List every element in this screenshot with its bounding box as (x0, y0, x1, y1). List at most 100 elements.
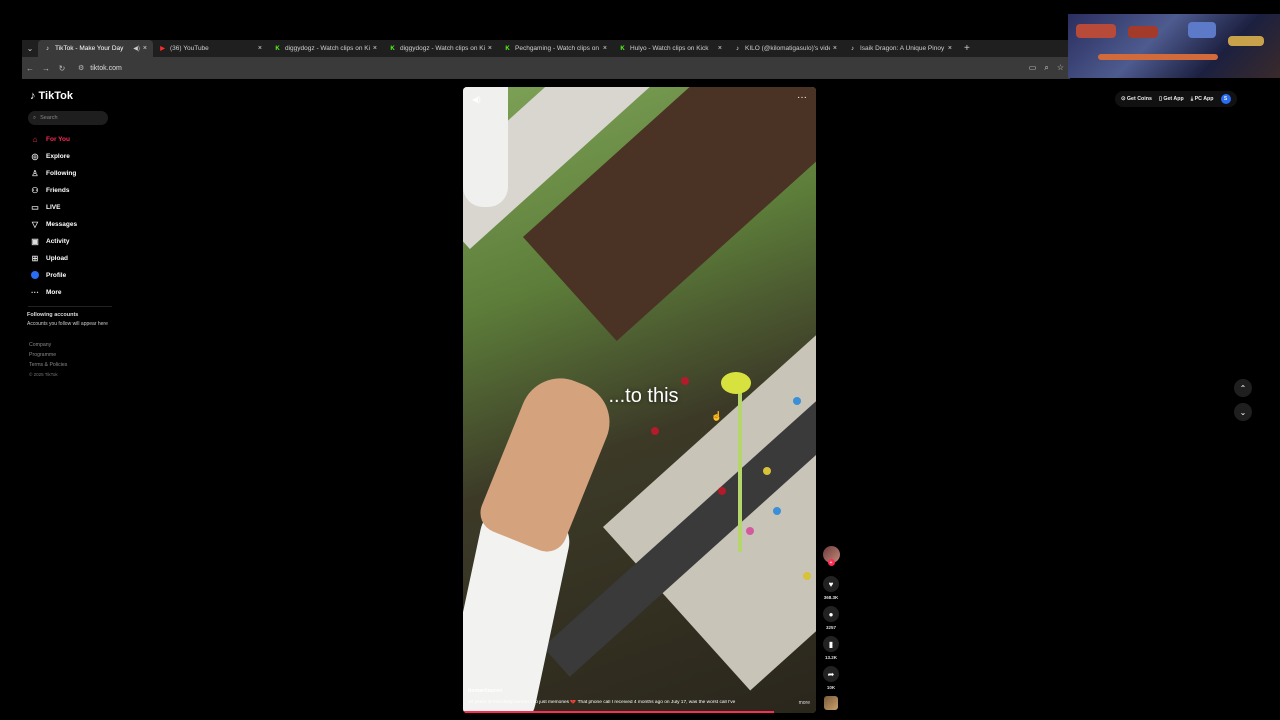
more-icon: ··· (31, 288, 39, 297)
get-app-button[interactable]: ▯ Get App (1159, 96, 1184, 102)
sidebar-item-label: More (46, 289, 62, 296)
new-tab-button[interactable]: + (958, 43, 976, 54)
video-rose (651, 427, 659, 435)
footer-link-programme[interactable]: Programme (29, 350, 67, 360)
chevron-down-icon: ⌄ (1239, 407, 1247, 417)
tab-close-icon[interactable]: × (603, 45, 607, 52)
save-action[interactable]: ▮ 13.2K (823, 636, 839, 660)
sidebar-item-live[interactable]: ▭ LIVE (30, 199, 77, 216)
share-count: 10K (826, 685, 836, 690)
previous-video-button[interactable]: ⌃ (1234, 379, 1252, 397)
video-figure (463, 87, 508, 207)
browser-tab[interactable]: Kdiggydogz - Watch clips on Kick × (268, 40, 383, 57)
address-actions: ▭ ⌕ ☆ (1029, 63, 1064, 73)
comment-action[interactable]: ● 3257 (823, 606, 839, 630)
video-progress-bar[interactable] (463, 711, 774, 713)
forward-icon[interactable]: → (38, 64, 54, 73)
user-avatar[interactable]: S (1220, 94, 1231, 104)
sidebar-item-explore[interactable]: ◎ Explore (30, 148, 77, 165)
reload-icon[interactable]: ↻ (54, 64, 70, 73)
activity-icon: ▣ (31, 237, 39, 246)
tab-title: diggydogz - Watch clips on Kick (400, 45, 485, 52)
bookmark-icon[interactable]: ▮ (823, 636, 839, 652)
comment-icon[interactable]: ● (823, 606, 839, 622)
tiktok-logo[interactable]: ♪ TikTok (30, 90, 73, 102)
following-accounts-title: Following accounts (27, 312, 79, 318)
caption-more-link[interactable]: more (799, 700, 810, 706)
pc-app-button[interactable]: ⤓ PC App (1191, 96, 1214, 103)
tab-close-icon[interactable]: × (948, 45, 952, 52)
logo-text: TikTok (38, 90, 73, 102)
sidebar-item-messages[interactable]: ▽ Messages (30, 216, 77, 233)
sidebar-item-profile[interactable]: Profile (30, 267, 77, 284)
top-actions-bar: ⊙ Get Coins ▯ Get App ⤓ PC App S (1115, 91, 1237, 107)
sidebar-item-more[interactable]: ··· More (30, 284, 77, 301)
search-icon: ⌕ (33, 114, 37, 121)
tiktok-icon: ♪ (46, 45, 49, 52)
sidebar-item-friends[interactable]: ⚇ Friends (30, 182, 77, 199)
heart-icon[interactable]: ♥ (823, 576, 839, 592)
share-action[interactable]: ➦ 10K (823, 666, 839, 690)
share-icon[interactable]: ➦ (823, 666, 839, 682)
url-text: tiktok.com (90, 64, 122, 72)
tab-audio-icon[interactable]: ◀) (133, 45, 140, 52)
live-icon: ▭ (31, 203, 39, 212)
follow-plus-icon[interactable]: + (827, 559, 835, 566)
browser-tab[interactable]: Kdiggydogz - Watch clips on Kick × (383, 40, 498, 57)
creator-avatar[interactable]: + (822, 546, 840, 566)
like-action[interactable]: ♥ 368.3K (823, 576, 839, 600)
browser-tab[interactable]: ♪ TikTok - Make Your Day ◀) × (38, 40, 153, 57)
get-app-label: Get App (1163, 96, 1184, 102)
url-field[interactable]: ⚙ tiktok.com (78, 64, 122, 73)
zoom-icon[interactable]: ⌕ (1044, 63, 1048, 73)
video-rose (803, 572, 811, 580)
tab-close-icon[interactable]: × (373, 45, 377, 52)
tab-close-icon[interactable]: × (258, 45, 262, 52)
tab-title: diggydogz - Watch clips on Kick (285, 45, 370, 52)
tiktok-icon: ♪ (851, 45, 854, 52)
sidebar-item-following[interactable]: ♙ Following (30, 165, 77, 182)
tab-close-icon[interactable]: × (833, 45, 837, 52)
video-overlay-text: ...to this (608, 385, 679, 407)
back-icon[interactable]: ← (22, 64, 38, 73)
search-input[interactable]: ⌕ Search (28, 111, 108, 125)
next-video-button[interactable]: ⌄ (1234, 403, 1252, 421)
video-rose (681, 377, 689, 385)
like-count: 368.3K (823, 595, 839, 600)
sidebar-item-upload[interactable]: ⊞ Upload (30, 250, 77, 267)
tab-close-icon[interactable]: × (488, 45, 492, 52)
tiktok-icon: ♪ (736, 45, 739, 52)
tab-close-icon[interactable]: × (143, 45, 147, 52)
footer-link-company[interactable]: Company (29, 340, 67, 350)
footer-link-terms[interactable]: Terms & Policies (29, 360, 67, 370)
sidebar-item-for-you[interactable]: ⌂ For You (30, 131, 77, 148)
cast-icon[interactable]: ▭ (1029, 63, 1037, 73)
browser-tab[interactable]: K Pechgaming - Watch clips on Kick× (498, 40, 613, 57)
browser-tab[interactable]: ♪ Isaik Dragon: A Unique Pinoy I... × (843, 40, 958, 57)
messages-icon: ▽ (31, 220, 39, 229)
bookmark-star-icon[interactable]: ☆ (1057, 63, 1064, 73)
site-info-icon[interactable]: ⚙ (78, 64, 84, 72)
video-more-icon[interactable]: ··· (797, 92, 807, 103)
video-author[interactable]: itsmarilauren (468, 688, 503, 694)
stream-overlay-thumbnail (1068, 14, 1280, 78)
get-coins-button[interactable]: ⊙ Get Coins (1121, 96, 1152, 102)
tab-search-icon[interactable]: ⌄ (22, 40, 38, 57)
comment-count: 3257 (825, 625, 836, 630)
video-player[interactable]: ...to this ☝ ◀) ··· itsmarilauren 10 yea… (463, 87, 816, 713)
volume-icon[interactable]: ◀) (472, 95, 481, 104)
browser-tab[interactable]: ♪ KILO (@kilomatigasulo)'s video × (728, 40, 843, 57)
sidebar-item-label: For You (46, 136, 70, 143)
browser-tab[interactable]: K Hulyo - Watch clips on Kick × (613, 40, 728, 57)
tab-title: KILO (@kilomatigasulo)'s video (745, 45, 830, 52)
friends-icon: ⚇ (31, 186, 39, 195)
video-rose (718, 487, 726, 495)
tab-close-icon[interactable]: × (718, 45, 722, 52)
browser-tab[interactable]: ▶ (36) YouTube × (153, 40, 268, 57)
video-rose (763, 467, 771, 475)
sidebar-item-label: Friends (46, 187, 70, 194)
sidebar-item-label: Messages (46, 221, 78, 228)
address-bar: ← → ↻ ⚙ tiktok.com ▭ ⌕ ☆ (22, 57, 1070, 79)
sidebar-item-activity[interactable]: ▣ Activity (30, 233, 77, 250)
music-disc-icon[interactable] (824, 696, 838, 710)
